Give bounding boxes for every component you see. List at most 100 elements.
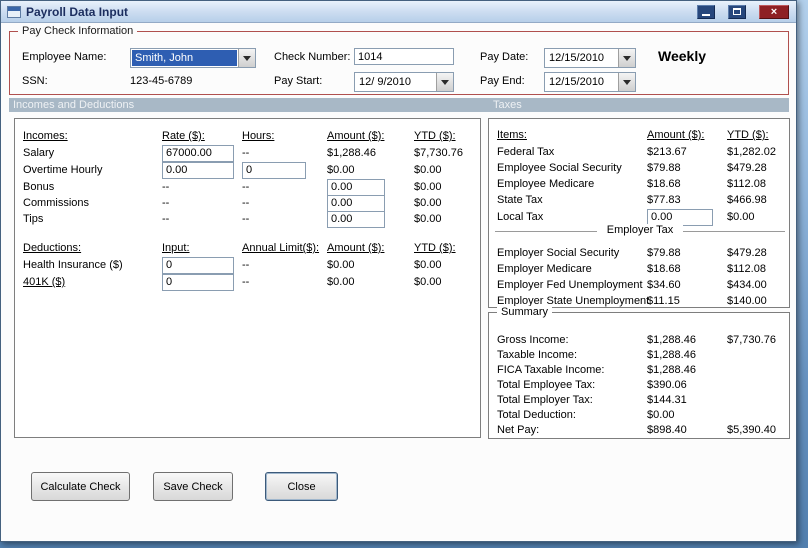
local-tax-input[interactable]: [647, 208, 713, 226]
paycheck-info-group: Pay Check Information Employee Name: Smi…: [9, 25, 789, 95]
health-insurance-input[interactable]: [162, 256, 234, 274]
row-label: Gross Income:: [497, 334, 569, 346]
pay-frequency-label: Weekly: [658, 48, 706, 64]
employee-name-select[interactable]: Smith, John: [130, 48, 256, 68]
amount-value: $0.00: [327, 259, 355, 271]
pay-start-label: Pay Start:: [274, 75, 323, 87]
deductions-header-row: Deductions: Input: Annual Limit($): Amou…: [23, 239, 478, 257]
row-label: Commissions: [23, 197, 90, 209]
summary-row-net-pay: Net Pay: $898.40 $5,390.40: [497, 422, 787, 438]
row-label: Employer Medicare: [497, 263, 592, 275]
tax-row: Employer Medicare $18.68 $112.08: [497, 261, 787, 277]
rate-col-header: Rate ($):: [162, 130, 205, 142]
input-col-header: Input:: [162, 242, 190, 254]
save-check-button[interactable]: Save Check: [153, 472, 233, 501]
employer-tax-header: Employer Tax: [596, 224, 684, 236]
close-button[interactable]: Close: [265, 472, 338, 501]
chevron-down-icon[interactable]: [618, 73, 635, 91]
calculate-check-button[interactable]: Calculate Check: [31, 472, 130, 501]
row-label: Net Pay:: [497, 424, 540, 436]
row-label: Employee Social Security: [497, 162, 622, 174]
employee-name-label: Employee Name:: [22, 51, 107, 63]
ytd-col-header: YTD ($):: [727, 129, 769, 141]
pay-end-value: 12/15/2010: [549, 76, 605, 88]
summary-row: FICA Taxable Income: $1,288.46: [497, 362, 787, 378]
employer-tax-separator: Employer Tax: [495, 224, 785, 238]
amount-value: $0.00: [327, 276, 355, 288]
pay-start-picker[interactable]: 12/ 9/2010: [354, 72, 454, 92]
ssn-value: 123-45-6789: [130, 75, 193, 87]
overtime-hours-input[interactable]: [242, 161, 306, 179]
pay-end-picker[interactable]: 12/15/2010: [544, 72, 636, 92]
limit-value: --: [242, 276, 250, 288]
hours-value: --: [242, 147, 250, 159]
row-label: Taxable Income:: [497, 349, 578, 361]
chevron-down-icon[interactable]: [238, 49, 255, 67]
pay-date-label: Pay Date:: [480, 51, 529, 63]
ytd-value: $0.00: [414, 164, 442, 176]
ytd-value: $112.08: [727, 178, 766, 190]
commissions-amount-input[interactable]: [327, 194, 385, 212]
ytd-value: $112.08: [727, 263, 766, 275]
income-row-overtime: Overtime Hourly $0.00 $0.00: [23, 161, 478, 179]
deduction-row-401k: 401K ($) -- $0.00 $0.00: [23, 273, 478, 291]
row-label: Employer Fed Unemployment: [497, 279, 643, 291]
title-bar[interactable]: Payroll Data Input ×: [1, 1, 796, 23]
ytd-value: $1,282.02: [727, 146, 776, 158]
row-label: Total Employer Tax:: [497, 394, 593, 406]
ytd-value: $7,730.76: [414, 147, 463, 159]
ytd-value: $0.00: [414, 276, 442, 288]
deductions-col-header: Deductions:: [23, 242, 82, 254]
section-band: Incomes and Deductions Taxes: [9, 98, 789, 112]
ytd-value: $140.00: [727, 295, 767, 307]
minimize-button[interactable]: [697, 4, 715, 19]
income-row-salary: Salary -- $1,288.46 $7,730.76: [23, 144, 478, 162]
amount-value: $0.00: [647, 409, 675, 421]
close-window-button[interactable]: ×: [759, 4, 789, 19]
401k-input[interactable]: [162, 273, 234, 291]
row-label: Employee Medicare: [497, 178, 595, 190]
row-label: Local Tax: [497, 211, 544, 223]
amount-value: $898.40: [647, 424, 687, 436]
amount-value: $1,288.46: [647, 349, 696, 361]
summary-group-title: Summary: [497, 306, 553, 318]
amount-value: $390.06: [647, 379, 687, 391]
close-icon: ×: [770, 5, 778, 18]
maximize-button[interactable]: [728, 4, 746, 19]
amount-value: $213.67: [647, 146, 687, 158]
hours-value: --: [242, 213, 250, 225]
amount-col-header: Amount ($):: [647, 129, 705, 141]
ytd-value: $7,730.76: [727, 334, 776, 346]
amount-value: $11.15: [647, 295, 680, 307]
ytd-value: $0.00: [414, 259, 442, 271]
ssn-label: SSN:: [22, 75, 48, 87]
bonus-amount-input[interactable]: [327, 178, 385, 196]
pay-date-value: 12/15/2010: [549, 52, 605, 64]
chevron-down-icon[interactable]: [618, 49, 635, 67]
salary-rate-input[interactable]: [162, 144, 234, 162]
employee-name-value: Smith, John: [132, 50, 237, 66]
summary-row: Total Employer Tax: $144.31: [497, 392, 787, 408]
amount-value: $1,288.46: [327, 147, 376, 159]
form-client-area: Pay Check Information Employee Name: Smi…: [1, 23, 796, 541]
minimize-icon: [702, 14, 710, 16]
pay-date-picker[interactable]: 12/15/2010: [544, 48, 636, 68]
pay-end-label: Pay End:: [480, 75, 525, 87]
amount-value: $18.68: [647, 263, 681, 275]
chevron-down-icon[interactable]: [436, 73, 453, 91]
amount-value: $144.31: [647, 394, 687, 406]
row-label: Health Insurance ($): [23, 259, 123, 271]
incomes-deductions-panel: Incomes: Rate ($): Hours: Amount ($): YT…: [14, 118, 481, 438]
income-row-tips: Tips -- -- $0.00: [23, 210, 478, 228]
incomes-header-row: Incomes: Rate ($): Hours: Amount ($): YT…: [23, 127, 478, 145]
row-label: State Tax: [497, 194, 543, 206]
401k-link[interactable]: 401K ($): [23, 276, 162, 288]
taxes-section-header: Taxes: [493, 99, 522, 111]
overtime-rate-input[interactable]: [162, 161, 234, 179]
summary-row: Total Employee Tax: $390.06: [497, 377, 787, 393]
check-number-input[interactable]: [354, 48, 454, 65]
tips-amount-input[interactable]: [327, 210, 385, 228]
rate-value: --: [162, 197, 170, 209]
row-label: Total Deduction:: [497, 409, 576, 421]
ytd-col-header: YTD ($):: [414, 242, 456, 254]
